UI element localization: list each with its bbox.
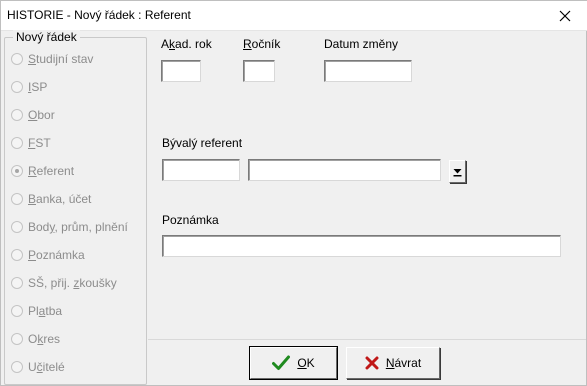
radio-button[interactable]: [11, 361, 23, 373]
radio-button[interactable]: [11, 249, 23, 261]
radio-button[interactable]: [11, 333, 23, 345]
arrow-down-icon: [453, 168, 462, 176]
radio-option-label: SŠ, přij. zkoušky: [28, 276, 117, 290]
radio-option-label: Platba: [28, 304, 63, 318]
radio-option[interactable]: Platba: [11, 303, 62, 319]
back-button[interactable]: Návrat: [346, 347, 440, 379]
back-button-label: Návrat: [385, 356, 422, 370]
radio-option-label: Referent: [28, 164, 75, 178]
byvaly-referent-name-input[interactable]: [248, 159, 441, 181]
close-icon: [559, 10, 571, 22]
radio-option[interactable]: Referent: [11, 163, 74, 179]
radio-option-label: Okres: [28, 332, 61, 346]
window-title: HISTORIE - Nový řádek : Referent: [7, 8, 191, 22]
radio-button[interactable]: [11, 165, 23, 177]
radio-button[interactable]: [11, 221, 23, 233]
radio-option-label: ISP: [28, 80, 48, 94]
dialog-window: HISTORIE - Nový řádek : Referent Nový řá…: [0, 0, 587, 386]
title-bar: HISTORIE - Nový řádek : Referent: [1, 1, 587, 31]
x-icon: [365, 356, 379, 370]
radio-button[interactable]: [11, 305, 23, 317]
radio-option[interactable]: Učitelé: [11, 359, 65, 375]
radio-option[interactable]: Studijní stav: [11, 51, 93, 67]
radio-button[interactable]: [11, 81, 23, 93]
radio-button[interactable]: [11, 277, 23, 289]
radio-button[interactable]: [11, 109, 23, 121]
poznamka-label: Poznámka: [162, 213, 219, 227]
datum-zmeny-label: Datum změny: [324, 37, 399, 51]
radio-option[interactable]: Okres: [11, 331, 60, 347]
poznamka-input[interactable]: [162, 235, 561, 257]
radio-option-label: FST: [28, 136, 51, 150]
radio-option[interactable]: Obor: [11, 107, 55, 123]
akad-rok-input[interactable]: [161, 60, 201, 82]
close-button[interactable]: [542, 1, 587, 31]
group-legend: Nový řádek: [13, 30, 80, 44]
byvaly-referent-label: Bývalý referent: [162, 136, 243, 150]
datum-zmeny-input[interactable]: [324, 60, 412, 82]
rocnik-input[interactable]: [243, 60, 275, 82]
radio-option-label: Poznámka: [28, 248, 85, 262]
radio-button[interactable]: [11, 53, 23, 65]
radio-option[interactable]: Poznámka: [11, 247, 85, 263]
akad-rok-label: Akad. rok: [161, 37, 212, 51]
radio-option-label: Studijní stav: [28, 52, 94, 66]
radio-option[interactable]: Banka, účet: [11, 191, 91, 207]
new-row-type-group: Nový řádek Studijní stav ISP Obor FST Refere…: [4, 30, 147, 385]
rocnik-label: Ročník: [243, 37, 281, 51]
radio-option[interactable]: Body, prům, plnění: [11, 219, 128, 235]
radio-option-label: Učitelé: [28, 360, 65, 374]
radio-option-label: Obor: [28, 108, 55, 122]
ok-button[interactable]: OK: [249, 346, 338, 380]
radio-option-label: Banka, účet: [28, 192, 92, 206]
byvaly-referent-code-input[interactable]: [162, 159, 240, 181]
checkmark-icon: [272, 355, 291, 370]
radio-option-label: Body, prům, plnění: [28, 220, 128, 234]
radio-option[interactable]: SŠ, přij. zkoušky: [11, 275, 117, 291]
radio-option[interactable]: FST: [11, 135, 51, 151]
button-bar-divider: [148, 339, 586, 340]
ok-button-label: OK: [297, 356, 315, 370]
radio-button[interactable]: [11, 137, 23, 149]
radio-option[interactable]: ISP: [11, 79, 47, 95]
radio-button[interactable]: [11, 193, 23, 205]
referent-dropdown-button[interactable]: [449, 160, 466, 183]
